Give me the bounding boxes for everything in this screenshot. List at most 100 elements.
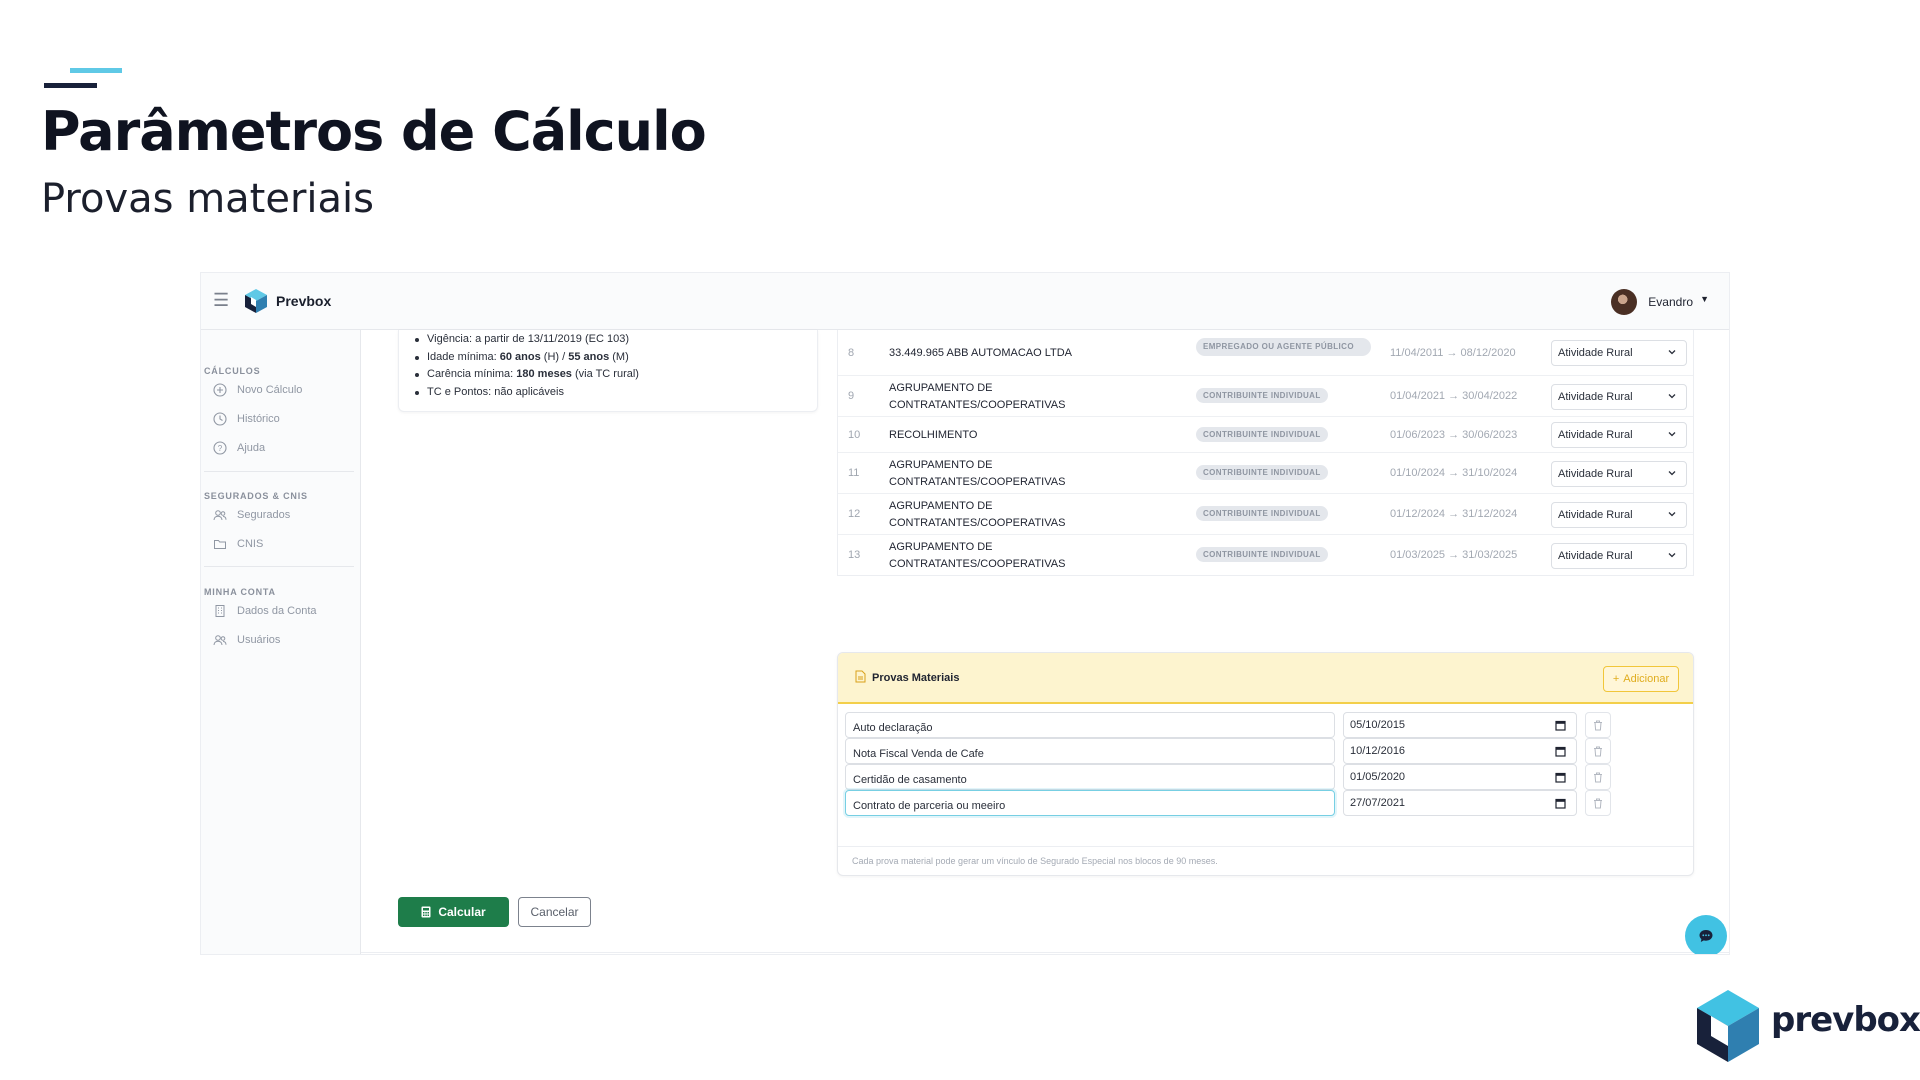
row-period: 01/12/2024 → 31/12/2024 <box>1390 508 1518 520</box>
sidebar-divider <box>204 566 354 567</box>
sidebar-item-label: Segurados <box>237 509 291 521</box>
avatar[interactable] <box>1611 289 1637 315</box>
row-number: 10 <box>848 429 861 441</box>
prova-description-input[interactable] <box>845 712 1335 738</box>
sidebar-divider <box>204 471 354 472</box>
provas-note: Cada prova material pode gerar um víncul… <box>852 856 1218 866</box>
cancel-button[interactable]: Cancelar <box>518 897 591 927</box>
calendar-icon[interactable] <box>1555 772 1566 783</box>
table-row: 10 RECOLHIMENTO CONTRIBUINTE INDIVIDUAL … <box>838 417 1693 453</box>
chevron-down-icon <box>1668 471 1676 476</box>
sidebar: CÁLCULOS Novo Cálculo Histórico ? Ajuda … <box>201 330 361 954</box>
rule-text: TC e Pontos: não aplicáveis <box>427 385 564 398</box>
trash-icon <box>1594 720 1602 730</box>
activity-select[interactable]: Atividade Rural <box>1551 543 1687 569</box>
activity-select[interactable]: Atividade Rural <box>1551 502 1687 528</box>
prova-date-input[interactable]: 10/12/2016 <box>1343 738 1577 764</box>
calendar-icon[interactable] <box>1555 746 1566 757</box>
sidebar-item-label: Ajuda <box>237 442 266 454</box>
chevron-down-icon <box>1668 394 1676 399</box>
row-number: 11 <box>848 467 860 479</box>
calculate-button[interactable]: Calcular <box>398 897 509 927</box>
delete-prova-button[interactable] <box>1585 764 1611 790</box>
activity-select[interactable]: Atividade Rural <box>1551 461 1687 487</box>
rule-label: Carência mínima: <box>427 368 517 380</box>
row-period: 01/04/2021 → 30/04/2022 <box>1390 390 1518 402</box>
delete-prova-button[interactable] <box>1585 738 1611 764</box>
chevron-down-icon <box>1668 512 1676 517</box>
hamburger-icon[interactable]: ☰ <box>213 290 229 311</box>
prova-date-input[interactable]: 05/10/2015 <box>1343 712 1577 738</box>
row-number: 13 <box>848 549 861 561</box>
rule-carencia: Carência mínima: 180 meses (via TC rural… <box>413 366 817 384</box>
calendar-icon[interactable] <box>1555 798 1566 809</box>
prova-description-input[interactable] <box>845 738 1335 764</box>
table-row: 13 AGRUPAMENTO DE CONTRATANTES/COOPERATI… <box>838 535 1693 576</box>
activity-select-value: Atividade Rural <box>1558 429 1633 441</box>
prova-description-input[interactable] <box>845 764 1335 790</box>
row-type-badge: CONTRIBUINTE INDIVIDUAL <box>1196 427 1328 442</box>
calculator-icon <box>421 906 431 918</box>
sidebar-item-label: Dados da Conta <box>237 605 317 617</box>
sidebar-item-label: Novo Cálculo <box>237 384 303 396</box>
activity-select[interactable]: Atividade Rural <box>1551 384 1687 410</box>
activity-select[interactable]: Atividade Rural <box>1551 340 1687 366</box>
sidebar-item-dados-conta[interactable]: Dados da Conta <box>212 600 317 622</box>
table-row: 9 AGRUPAMENTO DE CONTRATANTES/COOPERATIV… <box>838 376 1693 417</box>
row-type-badge: CONTRIBUINTE INDIVIDUAL <box>1196 465 1328 480</box>
prevbox-logo-icon <box>245 289 267 313</box>
activity-select-value: Atividade Rural <box>1558 550 1633 562</box>
sidebar-item-usuarios[interactable]: Usuários <box>212 629 280 651</box>
sidebar-item-ajuda[interactable]: ? Ajuda <box>212 437 265 459</box>
row-employer: AGRUPAMENTO DE CONTRATANTES/COOPERATIVAS <box>889 459 1066 488</box>
sidebar-section-segurados: SEGURADOS & CNIS <box>204 491 308 501</box>
rule-value: 180 meses <box>516 368 572 380</box>
row-period: 01/10/2024 → 31/10/2024 <box>1390 467 1518 479</box>
row-type-badge: CONTRIBUINTE INDIVIDUAL <box>1196 547 1328 562</box>
slide-subtitle: Provas materiais <box>41 176 374 222</box>
delete-prova-button[interactable] <box>1585 790 1611 816</box>
brand-name[interactable]: Prevbox <box>276 293 331 309</box>
plus-circle-icon <box>212 382 228 398</box>
prova-date-input[interactable]: 01/05/2020 <box>1343 764 1577 790</box>
chat-icon <box>1699 930 1713 942</box>
rule-value: 60 anos <box>499 350 541 363</box>
row-period: 01/06/2023 → 30/06/2023 <box>1390 429 1518 441</box>
users-icon <box>212 632 228 648</box>
prova-date-input[interactable]: 27/07/2021 <box>1343 790 1577 816</box>
caret-down-icon[interactable]: ▼ <box>1700 294 1709 304</box>
prevbox-corner-logo-icon <box>1697 990 1759 1062</box>
prova-date-value: 10/12/2016 <box>1350 745 1406 757</box>
row-employer: AGRUPAMENTO DE CONTRATANTES/COOPERATIVAS <box>889 541 1066 570</box>
folder-icon <box>212 536 228 552</box>
prova-row: 27/07/2021 <box>845 790 1690 816</box>
row-employer: AGRUPAMENTO DE CONTRATANTES/COOPERATIVAS <box>889 500 1066 529</box>
calculate-label: Calcular <box>438 905 486 919</box>
rule-text: (via TC rural) <box>571 368 639 380</box>
activity-select-value: Atividade Rural <box>1558 347 1633 359</box>
activity-select[interactable]: Atividade Rural <box>1551 422 1687 448</box>
user-name[interactable]: Evandro <box>1648 295 1693 309</box>
calendar-icon[interactable] <box>1555 720 1566 731</box>
sidebar-item-cnis[interactable]: CNIS <box>212 533 263 555</box>
cancel-label: Cancelar <box>530 905 579 919</box>
prova-description-input[interactable] <box>845 790 1335 816</box>
rule-text: (M) <box>609 350 629 363</box>
svg-text:?: ? <box>218 444 223 453</box>
trash-icon <box>1594 798 1602 808</box>
sidebar-item-segurados[interactable]: Segurados <box>212 504 290 526</box>
sidebar-section-calculos: CÁLCULOS <box>204 366 261 376</box>
rule-tc-pontos: TC e Pontos: não aplicáveis <box>413 384 817 402</box>
prova-date-value: 27/07/2021 <box>1350 797 1406 809</box>
sidebar-item-novo-calculo[interactable]: Novo Cálculo <box>212 379 302 401</box>
row-period: 11/04/2011 → 08/12/2020 <box>1390 347 1516 359</box>
delete-prova-button[interactable] <box>1585 712 1611 738</box>
rule-value: 55 anos <box>568 350 610 363</box>
rule-text: Vigência: a partir de 13/11/2019 (EC 103… <box>427 333 630 345</box>
chat-button[interactable] <box>1685 915 1727 954</box>
prova-row: 01/05/2020 <box>845 764 1690 790</box>
sidebar-item-historico[interactable]: Histórico <box>212 408 280 430</box>
sidebar-item-label: Histórico <box>237 413 280 425</box>
add-prova-button[interactable]: + Adicionar <box>1603 666 1679 692</box>
chevron-down-icon <box>1668 553 1676 558</box>
